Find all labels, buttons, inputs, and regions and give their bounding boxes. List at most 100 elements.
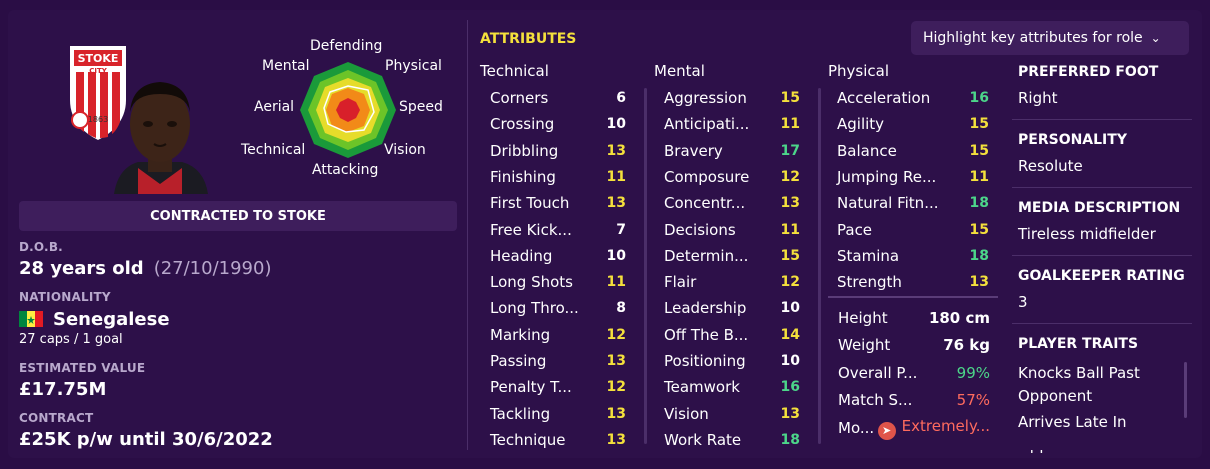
attribute-row[interactable]: Teamwork 16 <box>664 375 800 399</box>
radar-label-technical: Technical <box>241 142 306 158</box>
mental-scrollbar[interactable] <box>818 88 821 444</box>
attribute-row[interactable]: Decisions 11 <box>664 218 800 242</box>
mental-header: Mental <box>654 62 705 80</box>
attribute-row[interactable]: Work Rate 18 <box>664 428 800 452</box>
attribute-value: 15 <box>780 90 800 106</box>
attribute-row[interactable]: Strength 13 <box>837 270 989 294</box>
attribute-name: Anticipati... <box>664 115 750 134</box>
attribute-name: Bravery <box>664 141 723 160</box>
attribute-name: Tackling <box>490 404 551 423</box>
attribute-name: Acceleration <box>837 89 931 107</box>
attribute-row[interactable]: Penalty T... 12 <box>490 375 626 399</box>
attribute-row[interactable]: Pace 15 <box>837 218 989 242</box>
attribute-value: 14 <box>780 326 800 343</box>
attribute-value: 10 <box>606 247 626 264</box>
attribute-name: Work Rate <box>664 430 742 449</box>
attribute-value: 16 <box>780 379 800 396</box>
info-divider <box>1012 187 1192 188</box>
nationality-label: NATIONALITY <box>19 290 111 304</box>
attribute-value: 18 <box>780 431 800 448</box>
attribute-name: Determin... <box>664 246 749 265</box>
preferred-foot-value: Right <box>1018 89 1058 107</box>
attribute-row[interactable]: Tackling 13 <box>490 402 626 426</box>
physical-detail-row[interactable]: Height 180 cm <box>838 306 990 330</box>
radar-label-aerial: Aerial <box>254 99 295 115</box>
attribute-row[interactable]: Acceleration 16 <box>837 86 989 110</box>
panel-divider <box>467 20 468 450</box>
contract-value: £25K p/w until 30/6/2022 <box>19 429 273 450</box>
attribute-row[interactable]: Long Shots 11 <box>490 270 626 294</box>
crest-text-top: STOKE <box>78 52 119 65</box>
attribute-name: Positioning <box>664 352 746 370</box>
dob-label: D.O.B. <box>19 240 63 254</box>
attribute-row[interactable]: Long Thro... 8 <box>490 296 626 320</box>
attribute-row[interactable]: Jumping Re... 11 <box>837 165 989 189</box>
attribute-row[interactable]: Natural Fitn... 18 <box>837 191 989 215</box>
attribute-row[interactable]: Passing 13 <box>490 349 626 373</box>
morale-row[interactable]: Mo... ➤ Extremely... <box>838 416 990 440</box>
attribute-row[interactable]: Crossing 10 <box>490 112 626 136</box>
attribute-row[interactable]: Bravery 17 <box>664 139 800 163</box>
attribute-row[interactable]: Technique 13 <box>490 428 626 452</box>
attribute-row[interactable]: Agility 15 <box>837 112 989 136</box>
traits-scrollbar[interactable] <box>1184 362 1187 418</box>
attribute-value: 10 <box>606 116 626 133</box>
attribute-row[interactable]: Balance 15 <box>837 139 989 163</box>
attributes-title: ATTRIBUTES <box>480 31 577 47</box>
nationality-value-row: Senegalese <box>19 309 170 330</box>
attribute-value: 13 <box>606 195 626 212</box>
highlight-attributes-dropdown[interactable]: Highlight key attributes for role ⌄ <box>911 21 1189 55</box>
physical-detail-row[interactable]: Overall P... 99% <box>838 361 990 385</box>
morale-value: Extremely... <box>901 416 990 435</box>
attribute-row[interactable]: Free Kick... 7 <box>490 218 626 242</box>
attribute-row[interactable]: Marking 12 <box>490 323 626 347</box>
attribute-name: Agility <box>837 115 885 134</box>
player-portrait <box>114 82 208 194</box>
attribute-name: Marking <box>490 325 551 344</box>
attribute-row[interactable]: Anticipati... 11 <box>664 112 800 136</box>
attribute-value: 17 <box>780 142 800 159</box>
physical-detail-row[interactable]: Weight 76 kg <box>838 333 990 357</box>
attribute-row[interactable]: Composure 12 <box>664 165 800 189</box>
attribute-name: Natural Fitn... <box>837 194 939 213</box>
attribute-row[interactable]: Heading 10 <box>490 244 626 268</box>
attribute-name: Finishing <box>490 167 556 186</box>
attribute-row[interactable]: Aggression 15 <box>664 86 800 110</box>
attribute-row[interactable]: First Touch 13 <box>490 191 626 215</box>
attribute-row[interactable]: Corners 6 <box>490 86 626 110</box>
physical-detail-row[interactable]: Match S... 57% <box>838 388 990 412</box>
age-text: 28 years old <box>19 258 144 279</box>
technical-header: Technical <box>480 62 549 80</box>
attribute-row[interactable]: Dribbling 13 <box>490 139 626 163</box>
attribute-value: 11 <box>606 274 626 291</box>
contract-status-bar: CONTRACTED TO STOKE <box>19 201 457 231</box>
attribute-row[interactable]: Positioning 10 <box>664 349 800 373</box>
attribute-name: Vision <box>664 404 709 423</box>
traits-clip <box>1012 438 1192 450</box>
attribute-value: 11 <box>780 116 800 133</box>
attribute-row[interactable]: Leadership 10 <box>664 296 800 320</box>
attribute-row[interactable]: Vision 13 <box>664 402 800 426</box>
attribute-name: Long Thro... <box>490 299 579 318</box>
preferred-foot-label: PREFERRED FOOT <box>1018 64 1159 80</box>
attribute-value: 13 <box>606 431 626 448</box>
attribute-value: 15 <box>969 221 989 238</box>
goalkeeper-rating-label: GOALKEEPER RATING <box>1018 268 1185 284</box>
info-divider <box>1012 323 1192 324</box>
attribute-name: Leadership <box>664 299 747 318</box>
attribute-name: Aggression <box>664 89 747 107</box>
attribute-value: 16 <box>969 90 989 106</box>
player-trait-item: Arrives Late In Opponents' Area <box>1018 413 1143 454</box>
attribute-name: Passing <box>490 352 547 370</box>
attribute-row[interactable]: Stamina 18 <box>837 244 989 268</box>
value-label: ESTIMATED VALUE <box>19 361 146 375</box>
attribute-name: Flair <box>664 273 697 292</box>
attribute-row[interactable]: Flair 12 <box>664 270 800 294</box>
technical-scrollbar[interactable] <box>644 88 647 444</box>
value-amount: £17.75M <box>19 379 107 400</box>
info-divider <box>1012 255 1192 256</box>
attribute-row[interactable]: Determin... 15 <box>664 244 800 268</box>
attribute-row[interactable]: Off The B... 14 <box>664 323 800 347</box>
attribute-row[interactable]: Concentr... 13 <box>664 191 800 215</box>
attribute-row[interactable]: Finishing 11 <box>490 165 626 189</box>
